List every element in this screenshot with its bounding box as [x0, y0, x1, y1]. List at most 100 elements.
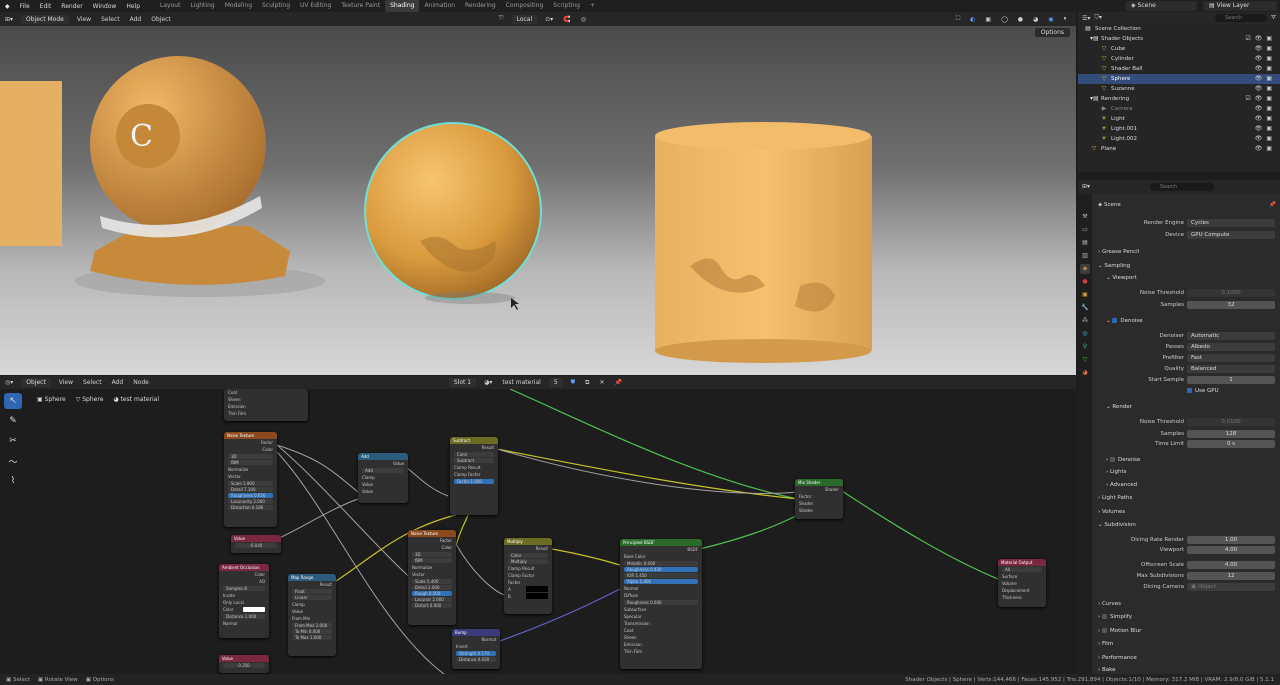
- node-dropdown[interactable]: fBM: [228, 460, 273, 465]
- node-checkbox[interactable]: Clamp Result: [504, 565, 552, 572]
- node-field[interactable]: Detail 2.000: [412, 585, 452, 590]
- node-dropdown[interactable]: Multiply: [508, 559, 548, 564]
- node-field[interactable]: Lacunarity 2.000: [228, 499, 273, 504]
- node-checkbox[interactable]: Normalize: [408, 564, 456, 571]
- physics-tab-icon[interactable]: ◎: [1080, 329, 1090, 339]
- vp-menu-add[interactable]: Add: [125, 16, 147, 23]
- node-dropdown[interactable]: 3D: [412, 552, 452, 557]
- annotate-tool-icon[interactable]: ✎: [4, 413, 22, 429]
- vp-noise-threshold-field[interactable]: 0.1000: [1187, 289, 1275, 297]
- material-name-field[interactable]: test material: [497, 379, 545, 386]
- node-field[interactable]: Roughness 0.430: [624, 567, 698, 572]
- panel-subdivision[interactable]: ⌄ Subdivision: [1094, 520, 1280, 530]
- gizmo-icon[interactable]: ⛶: [951, 15, 965, 23]
- color-swatch[interactable]: [526, 586, 548, 592]
- node-checkbox[interactable]: Clamp Factor: [450, 471, 498, 478]
- select-tool-icon[interactable]: ↖: [4, 393, 22, 409]
- node-field[interactable]: IOR 1.450: [624, 573, 698, 578]
- offscreen-field[interactable]: 4.00: [1187, 561, 1275, 569]
- multiply-a-row[interactable]: A: [504, 586, 552, 593]
- node-dropdown[interactable]: Float: [292, 589, 332, 594]
- vp-samples-field[interactable]: 32: [1187, 301, 1275, 309]
- tab-texture-paint[interactable]: Texture Paint: [336, 0, 385, 12]
- menu-window[interactable]: Window: [88, 3, 122, 10]
- particles-tab-icon[interactable]: ⁂: [1080, 316, 1090, 326]
- scene-selector[interactable]: ◈ Scene: [1125, 1, 1197, 11]
- node-field[interactable]: Factor 1.000: [454, 479, 494, 484]
- node-editor[interactable]: ↖ ✎ ✂ 〜 ⌇ ▣ Sphere ▽ Sphere ◕ test mater…: [0, 389, 1076, 674]
- unlink-material-icon[interactable]: ✕: [594, 379, 609, 386]
- panel-light-paths[interactable]: › Light Paths: [1094, 493, 1280, 503]
- denoise-checkbox[interactable]: [1112, 318, 1118, 323]
- node-checkbox[interactable]: Clamp Factor: [504, 572, 552, 579]
- ne-object-dropdown[interactable]: Object: [21, 378, 51, 387]
- filter-icon[interactable]: ⛉▾: [1094, 14, 1102, 22]
- node-subtract[interactable]: Subtract Result Color Subtract Clamp Res…: [450, 437, 498, 515]
- node-panel[interactable]: Specular: [620, 613, 702, 620]
- color-swatch[interactable]: [526, 593, 548, 599]
- node-field[interactable]: From Max 1.000: [292, 623, 332, 628]
- node-field[interactable]: Detail 7.100: [228, 487, 273, 492]
- object-tab-icon[interactable]: ▣: [1080, 290, 1090, 300]
- node-checkbox[interactable]: Normalize: [224, 466, 277, 473]
- tab-shading[interactable]: Shading: [385, 0, 420, 12]
- cut-links-tool-icon[interactable]: ✂: [4, 433, 22, 449]
- node-panel[interactable]: Thin Film: [620, 648, 702, 655]
- scene-tab-icon[interactable]: ◈: [1080, 264, 1090, 274]
- selected-sphere[interactable]: [364, 122, 542, 300]
- node-dropdown[interactable]: 3D: [228, 454, 273, 459]
- node-panel[interactable]: Diffuse: [620, 592, 702, 599]
- outliner-search-input[interactable]: Search: [1214, 14, 1267, 22]
- subpanel-lights[interactable]: › Lights: [1094, 467, 1280, 477]
- render-engine-dropdown[interactable]: Cycles: [1187, 219, 1275, 227]
- node-field[interactable]: 0.350: [223, 663, 265, 668]
- node-ambient-occlusion[interactable]: Ambient Occlusion Color AO Samples 8 Ins…: [219, 564, 269, 638]
- menu-help[interactable]: Help: [121, 3, 145, 10]
- menu-render[interactable]: Render: [56, 3, 87, 10]
- tab-uv-editing[interactable]: UV Editing: [295, 0, 336, 12]
- tab-scripting[interactable]: Scripting: [548, 0, 585, 12]
- node-field[interactable]: Lacunar 2.000: [412, 597, 452, 602]
- filter-funnel-icon[interactable]: ⛛: [1271, 14, 1276, 22]
- node-field[interactable]: Alpha 1.000: [624, 579, 698, 584]
- node-checkbox[interactable]: Invert: [452, 643, 500, 650]
- passes-dropdown[interactable]: Albedo: [1187, 343, 1275, 351]
- tab-modeling[interactable]: Modeling: [220, 0, 257, 12]
- properties-editor-icon[interactable]: ⊞▾: [1082, 183, 1090, 190]
- slot-dropdown[interactable]: Slot 1: [448, 378, 477, 387]
- panel-film[interactable]: › Film: [1094, 639, 1280, 649]
- node-mix-shader[interactable]: Mix Shader Shader Factor Shader Shader: [795, 479, 843, 519]
- render-tab-icon[interactable]: ▭: [1080, 225, 1090, 235]
- visibility-icons[interactable]: 👁▣: [1255, 134, 1276, 144]
- max-sub-field[interactable]: 12: [1187, 572, 1275, 580]
- denoise-checkbox[interactable]: [1109, 457, 1115, 462]
- breadcrumb-mesh[interactable]: ▽ Sphere: [76, 396, 104, 403]
- visibility-icons[interactable]: 👁▣: [1255, 54, 1276, 64]
- data-tab-icon[interactable]: ▽: [1080, 355, 1090, 365]
- duplicate-material-icon[interactable]: ⧉: [580, 379, 594, 387]
- visibility-icons[interactable]: ☑👁▣: [1245, 94, 1276, 104]
- tab-animation[interactable]: Animation: [419, 0, 460, 12]
- tab-layout[interactable]: Layout: [155, 0, 185, 12]
- panel-curves[interactable]: › Curves: [1094, 599, 1280, 609]
- node-panel[interactable]: Sheen: [620, 634, 702, 641]
- node-add[interactable]: Add Value Add Clamp Value Value: [358, 453, 408, 503]
- visibility-icons[interactable]: 👁▣: [1255, 124, 1276, 134]
- ne-menu-select[interactable]: Select: [78, 379, 107, 386]
- device-dropdown[interactable]: GPU Compute: [1187, 231, 1275, 239]
- node-field[interactable]: Distort 0.000: [412, 603, 452, 608]
- modifier-tab-icon[interactable]: 🔧: [1080, 303, 1090, 313]
- ne-menu-add[interactable]: Add: [107, 379, 129, 386]
- use-gpu-row[interactable]: Use GPU: [1094, 386, 1280, 396]
- mode-dropdown[interactable]: Object Mode: [21, 14, 69, 24]
- visibility-icons[interactable]: 👁▣: [1255, 84, 1276, 94]
- view-layer-selector[interactable]: ▤ View Layer: [1203, 1, 1277, 11]
- panel-performance[interactable]: › Performance: [1094, 653, 1280, 663]
- use-gpu-checkbox[interactable]: Use GPU: [1187, 386, 1219, 396]
- denoiser-dropdown[interactable]: Automatic: [1187, 332, 1275, 340]
- tool-tab-icon[interactable]: ⚒: [1080, 212, 1090, 222]
- node-noise-texture-2[interactable]: Noise Texture Factor Color 3D fBM Normal…: [408, 530, 456, 625]
- outliner-row-light-001[interactable]: ☀ Light.001 👁▣: [1078, 124, 1280, 134]
- subpanel-r-denoise[interactable]: › Denoise: [1094, 455, 1280, 465]
- node-material-output[interactable]: Material Output All Surface Volume Displ…: [998, 559, 1046, 607]
